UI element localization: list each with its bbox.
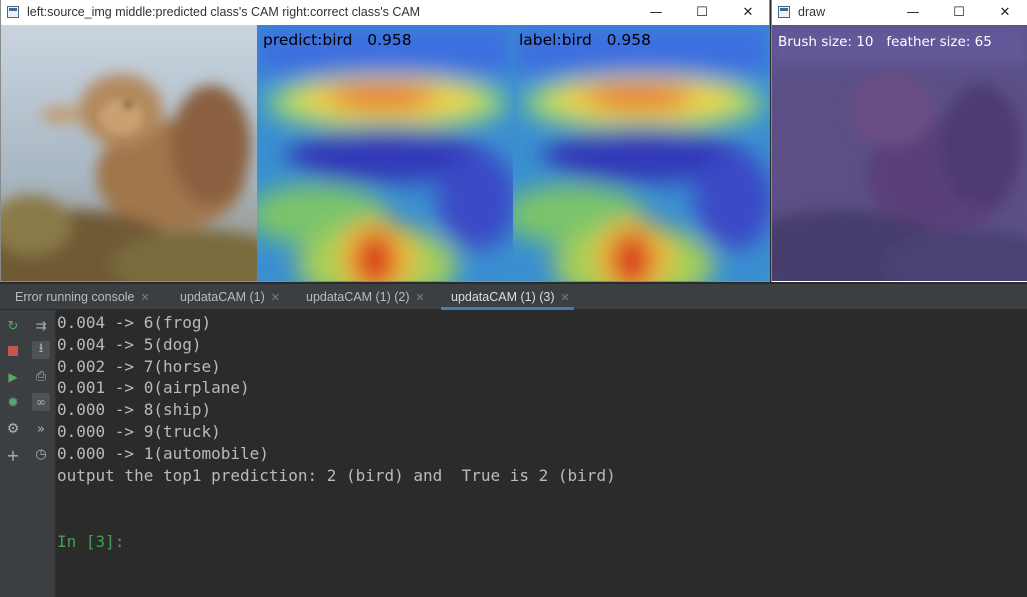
console-tab-bar: Error running console ✕ updataCAM (1) ✕ up… [0, 284, 1027, 310]
run-controls-gutter: ↻ ▶ ✹ ⚙ + [0, 310, 27, 597]
minimize-button[interactable]: — [633, 0, 679, 25]
close-tab-icon[interactable]: ✕ [271, 291, 280, 304]
tab-label: updataCAM (1) (3) [451, 290, 555, 304]
close-tab-icon[interactable]: ✕ [416, 291, 425, 304]
view-variables-icon[interactable]: ∞ [32, 393, 50, 411]
soft-wrap-icon[interactable]: ⇉ [32, 317, 50, 335]
draw-window-titlebar[interactable]: draw — ☐ ✕ [772, 0, 1027, 25]
close-button[interactable]: ✕ [982, 0, 1027, 25]
tab-updatacam-1-2[interactable]: updataCAM (1) (2) ✕ [306, 284, 425, 310]
maximize-button[interactable]: ☐ [679, 0, 725, 25]
print-icon[interactable]: ⎙ [32, 367, 50, 385]
run-icon[interactable]: ▶ [4, 368, 22, 386]
console-line: 0.001 -> 0(airplane) [57, 378, 250, 397]
correct-cam-image: label:bird 0.958 [513, 25, 770, 281]
window-app-icon [778, 6, 790, 18]
tab-label: updataCAM (1) [180, 290, 265, 304]
cam-window-titlebar[interactable]: left:source_img middle:predicted class's… [1, 0, 769, 25]
minimize-button[interactable]: — [890, 0, 936, 25]
console-summary-line: output the top1 prediction: 2 (bird) and… [57, 466, 616, 485]
tab-label: Error running console [15, 290, 135, 304]
console-prompt[interactable]: In [3]: [57, 532, 124, 551]
tab-error-running-console[interactable]: Error running console ✕ [15, 284, 150, 310]
tab-updatacam-1[interactable]: updataCAM (1) ✕ [180, 284, 280, 310]
stop-icon[interactable] [4, 342, 22, 360]
add-icon[interactable]: + [4, 446, 22, 465]
debug-icon[interactable]: ✹ [4, 394, 22, 412]
predicted-cam-label: predict:bird 0.958 [263, 31, 412, 49]
tab-updatacam-1-3[interactable]: updataCAM (1) (3) ✕ [441, 284, 574, 310]
rerun-icon[interactable]: ↻ [4, 317, 22, 335]
draw-window-title: draw [798, 5, 826, 19]
console-output[interactable]: 0.004 -> 6(frog) 0.004 -> 5(dog) 0.002 -… [57, 310, 1027, 597]
tab-label: updataCAM (1) (2) [306, 290, 410, 304]
settings-icon[interactable]: ⚙ [4, 420, 22, 438]
predicted-cam-image: predict:bird 0.958 [257, 25, 513, 281]
close-tab-icon[interactable]: ✕ [561, 291, 570, 304]
scroll-to-end-icon[interactable]: ⭳ [32, 341, 50, 359]
console-line: 0.000 -> 8(ship) [57, 400, 212, 419]
console-line: 0.004 -> 5(dog) [57, 335, 202, 354]
draw-canvas[interactable]: Brush size: 10 feather size: 65 [772, 25, 1027, 281]
console-line: 0.004 -> 6(frog) [57, 313, 212, 332]
correct-cam-label: label:bird 0.958 [519, 31, 651, 49]
step-icon[interactable]: » [32, 420, 50, 438]
console-tools-gutter: ⇉ ⭳ ⎙ ∞ » ◷ [27, 310, 56, 597]
maximize-button[interactable]: ☐ [936, 0, 982, 25]
console-line: 0.002 -> 7(horse) [57, 357, 221, 376]
cam-window-title: left:source_img middle:predicted class's… [27, 5, 421, 19]
window-app-icon [7, 6, 19, 18]
source-image [1, 25, 257, 281]
draw-brush-info: Brush size: 10 feather size: 65 [778, 34, 992, 50]
history-icon[interactable]: ◷ [32, 445, 50, 463]
console-line: 0.000 -> 9(truck) [57, 422, 221, 441]
console-line: 0.000 -> 1(automobile) [57, 444, 269, 463]
close-tab-icon[interactable]: ✕ [141, 291, 150, 304]
close-button[interactable]: ✕ [725, 0, 771, 25]
